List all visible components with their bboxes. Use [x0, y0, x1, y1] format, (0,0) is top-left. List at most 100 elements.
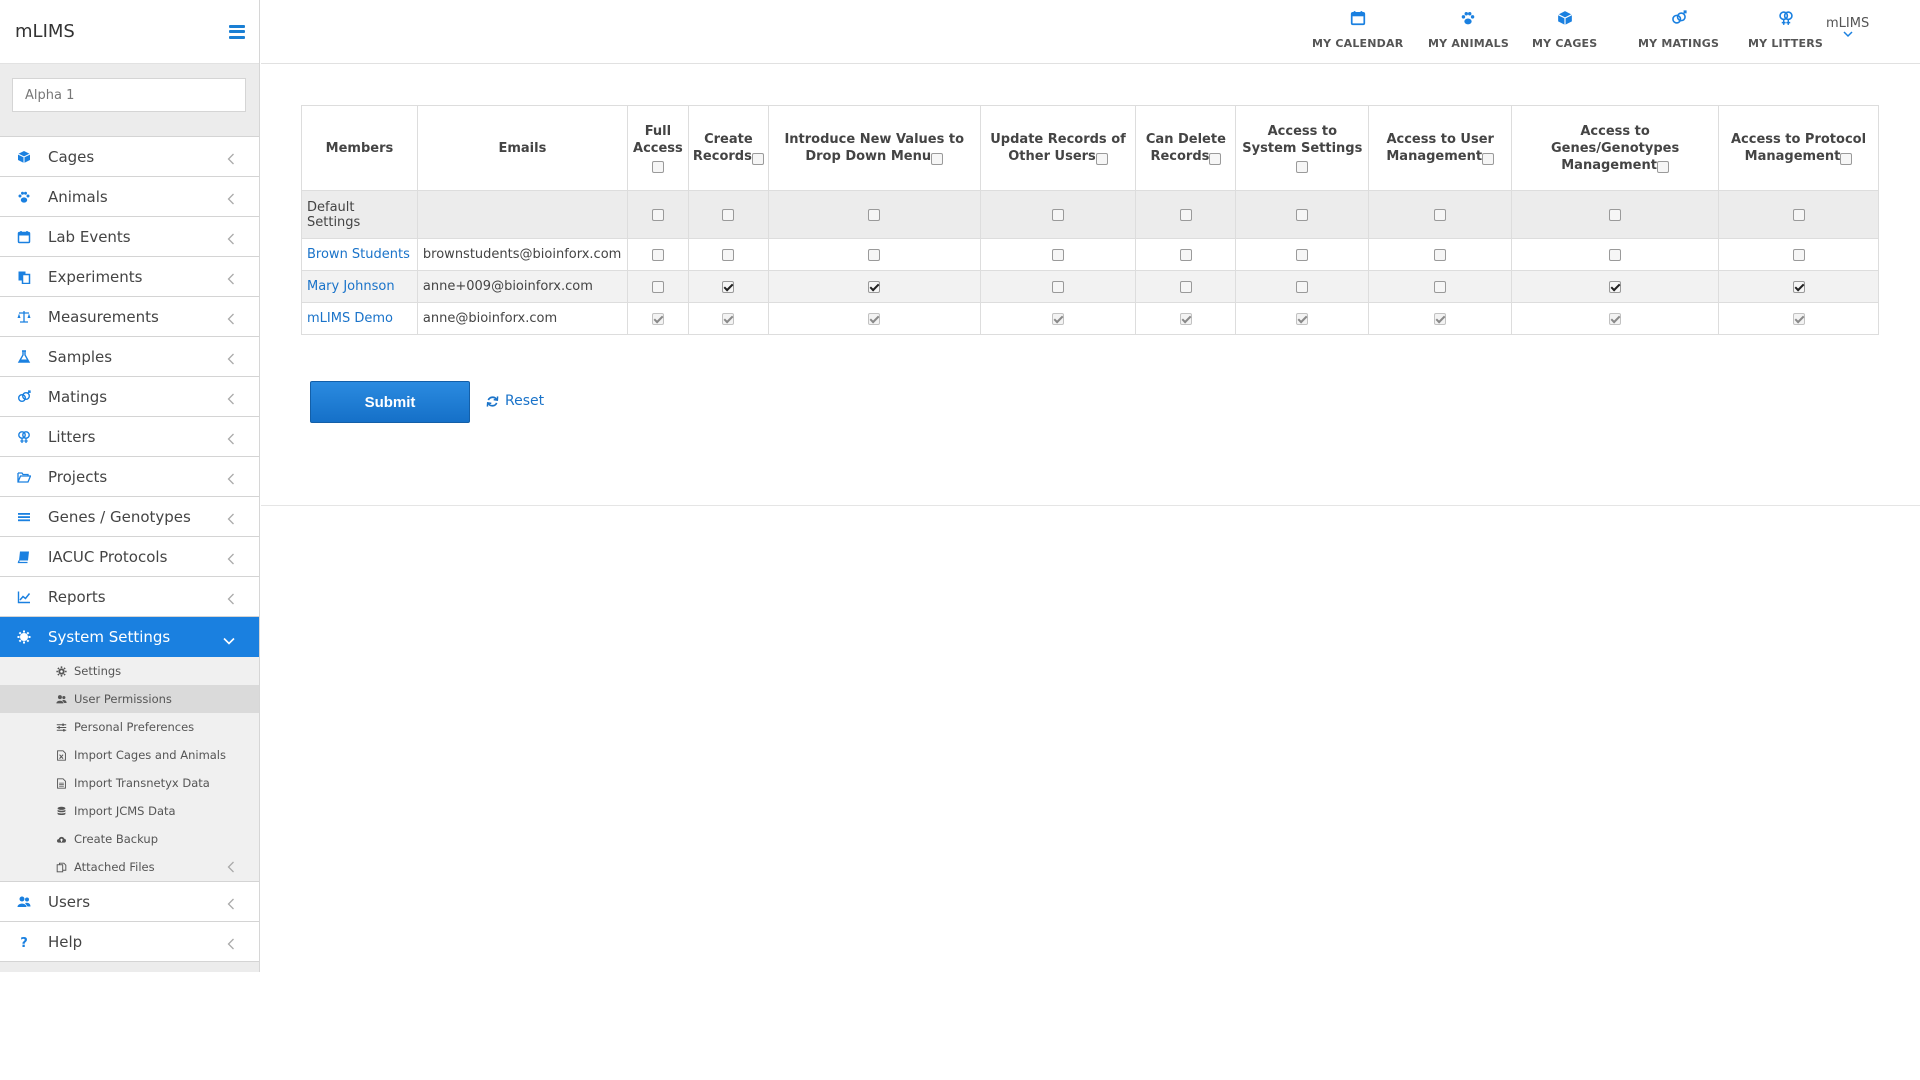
permission-cell	[979, 302, 1137, 335]
submenu-item-import-cages-and-animals[interactable]: Import Cages and Animals	[0, 741, 259, 769]
sidebar-item-cages[interactable]: Cages	[0, 137, 259, 177]
permission-cell	[1511, 270, 1720, 303]
permission-checkbox-create-records[interactable]	[722, 280, 735, 293]
permission-checkbox-access-to-protocol-management[interactable]	[1792, 208, 1805, 221]
chevron-left-icon	[227, 230, 235, 249]
permission-checkbox-update-records-of-other-users[interactable]	[1052, 280, 1065, 293]
permission-checkbox-can-delete-records[interactable]	[1179, 208, 1192, 221]
sidebar-item-help[interactable]: ? Help	[0, 922, 259, 962]
submenu-item-attached-files[interactable]: Attached Files	[0, 853, 259, 881]
permission-cell	[626, 270, 689, 303]
select-all-checkbox[interactable]	[1656, 161, 1669, 173]
sidebar-item-label: Litters	[48, 427, 96, 446]
permission-checkbox-access-to-genes-genotypes-management[interactable]	[1609, 248, 1622, 261]
submit-button[interactable]: Submit	[310, 381, 470, 423]
topnav-my-litters[interactable]: MY LITTERS	[1748, 10, 1823, 50]
question-icon: ?	[0, 935, 48, 949]
submenu-item-label: Import Cages and Animals	[74, 748, 226, 762]
member-link[interactable]: Mary Johnson	[307, 279, 395, 294]
topnav-label: MY LITTERS	[1748, 37, 1824, 50]
member-link[interactable]: Brown Students	[307, 247, 410, 262]
submenu-item-import-transnetyx-data[interactable]: Import Transnetyx Data	[0, 769, 259, 797]
permission-checkbox-create-records[interactable]	[722, 208, 735, 221]
sidebar-item-iacuc-protocols[interactable]: IACUC Protocols	[0, 537, 259, 577]
select-all-checkbox[interactable]	[651, 161, 664, 173]
chevron-left-icon	[227, 510, 235, 529]
select-all-checkbox[interactable]	[751, 152, 764, 165]
sidebar-item-litters[interactable]: Litters	[0, 417, 259, 457]
cube-icon	[1557, 10, 1573, 30]
workspace-selector[interactable]: Alpha 1	[12, 78, 246, 112]
permission-checkbox-introduce-new-values-to-drop-down-menu[interactable]	[868, 208, 881, 221]
sidebar-item-projects[interactable]: Projects	[0, 457, 259, 497]
permission-checkbox-create-records[interactable]	[722, 248, 735, 261]
line-chart-icon	[0, 590, 48, 604]
permission-checkbox-access-to-system-settings[interactable]	[1296, 280, 1309, 293]
permission-checkbox-access-to-system-settings[interactable]	[1296, 248, 1309, 261]
select-all-checkbox[interactable]	[1209, 152, 1222, 165]
permission-checkbox-update-records-of-other-users[interactable]	[1052, 248, 1065, 261]
sidebar-item-experiments[interactable]: Experiments	[0, 257, 259, 297]
folder-open-icon	[0, 470, 48, 484]
sidebar-item-samples[interactable]: Samples	[0, 337, 259, 377]
permission-checkbox-can-delete-records[interactable]	[1179, 280, 1192, 293]
sidebar-item-measurements[interactable]: Measurements	[0, 297, 259, 337]
submenu-item-personal-preferences[interactable]: Personal Preferences	[0, 713, 259, 741]
permission-checkbox-access-to-user-management[interactable]	[1434, 280, 1447, 293]
permission-checkbox-full-access[interactable]	[651, 280, 664, 293]
sidebar-item-lab-events[interactable]: Lab Events	[0, 217, 259, 257]
reset-button[interactable]: Reset	[486, 393, 544, 409]
permission-cell	[1368, 270, 1513, 303]
permission-checkbox-access-to-system-settings[interactable]	[1296, 208, 1309, 221]
sidebar-item-users[interactable]: Users	[0, 882, 259, 922]
flask-icon	[0, 349, 48, 364]
sidebar-item-genes-genotypes[interactable]: Genes / Genotypes	[0, 497, 259, 537]
submenu-item-create-backup[interactable]: Create Backup	[0, 825, 259, 853]
permission-cell	[979, 238, 1137, 271]
permission-checkbox-introduce-new-values-to-drop-down-menu[interactable]	[868, 280, 881, 293]
header-create-records: Create Records	[687, 105, 769, 191]
user-menu[interactable]: mLIMS	[1826, 16, 1869, 38]
sidebar-item-animals[interactable]: Animals	[0, 177, 259, 217]
permission-checkbox-full-access[interactable]	[651, 208, 664, 221]
topnav-my-calendar[interactable]: MY CALENDAR	[1312, 10, 1403, 50]
svg-text:?: ?	[20, 936, 28, 949]
permission-checkbox-access-to-genes-genotypes-management[interactable]	[1609, 280, 1622, 293]
submenu-item-import-jcms-data[interactable]: Import JCMS Data	[0, 797, 259, 825]
header-label: Access to System Settings	[1242, 123, 1363, 156]
table-row: Mary Johnson anne+009@bioinforx.com	[301, 270, 1879, 303]
permission-checkbox-access-to-protocol-management[interactable]	[1792, 280, 1805, 293]
permission-checkbox-access-to-user-management[interactable]	[1434, 208, 1447, 221]
topnav-my-animals[interactable]: MY ANIMALS	[1428, 10, 1509, 50]
permission-checkbox-access-to-protocol-management[interactable]	[1792, 248, 1805, 261]
sidebar-item-label: Genes / Genotypes	[48, 507, 191, 526]
permission-checkbox-access-to-genes-genotypes-management[interactable]	[1609, 208, 1622, 221]
chevron-left-icon	[227, 550, 235, 569]
permission-checkbox-can-delete-records	[1179, 312, 1192, 325]
member-link[interactable]: mLIMS Demo	[307, 311, 393, 326]
select-all-checkbox[interactable]	[931, 152, 944, 165]
topnav-my-cages[interactable]: MY CAGES	[1532, 10, 1597, 50]
sidebar-item-reports[interactable]: Reports	[0, 577, 259, 617]
permission-checkbox-access-to-user-management[interactable]	[1434, 248, 1447, 261]
sidebar-item-system-settings[interactable]: System Settings	[0, 617, 259, 657]
refresh-icon	[486, 395, 499, 408]
permission-checkbox-introduce-new-values-to-drop-down-menu[interactable]	[868, 248, 881, 261]
sidebar-item-label: Matings	[48, 387, 108, 406]
select-all-checkbox[interactable]	[1840, 152, 1853, 165]
select-all-checkbox[interactable]	[1482, 152, 1495, 165]
sidebar-item-matings[interactable]: Matings	[0, 377, 259, 417]
users-icon	[54, 694, 68, 705]
select-all-checkbox[interactable]	[1095, 152, 1108, 165]
excel-file-icon	[54, 749, 68, 761]
select-all-checkbox[interactable]	[1296, 161, 1309, 173]
submenu-item-label: Import Transnetyx Data	[74, 776, 210, 790]
permission-checkbox-can-delete-records[interactable]	[1179, 248, 1192, 261]
submenu-item-settings[interactable]: Settings	[0, 657, 259, 685]
hamburger-icon[interactable]	[229, 24, 245, 39]
permission-checkbox-full-access[interactable]	[651, 248, 664, 261]
chevron-left-icon	[227, 390, 235, 409]
submenu-item-user-permissions[interactable]: User Permissions	[0, 685, 259, 713]
permission-checkbox-update-records-of-other-users[interactable]	[1052, 208, 1065, 221]
topnav-my-matings[interactable]: MY MATINGS	[1638, 10, 1719, 50]
